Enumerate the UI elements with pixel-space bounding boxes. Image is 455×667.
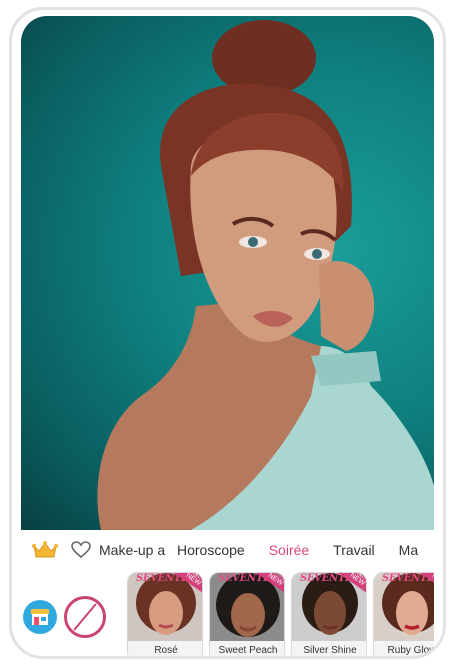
looks-carousel: SEVENTEEN NEW Rosé SEVENTEEN NEW Sweet P… (21, 570, 434, 656)
card-name: Ruby Glow (374, 641, 434, 656)
crown-icon[interactable] (27, 530, 63, 570)
look-card-ruby-glow[interactable]: SEVENTEEN NEW Ruby Glow (373, 572, 434, 656)
tab-horoscope[interactable]: Horoscope (165, 530, 257, 570)
tab-travail[interactable]: Travail (321, 530, 387, 570)
card-name: Sweet Peach (210, 641, 284, 656)
phone-frame: Make-up artist Horoscope Soirée Travail … (9, 7, 446, 659)
look-card-sweet-peach[interactable]: SEVENTEEN NEW Sweet Peach (209, 572, 285, 656)
model-photo-illustration (97, 20, 434, 530)
look-card-rose[interactable]: SEVENTEEN NEW Rosé (127, 572, 203, 656)
tab-make-up-artist[interactable]: Make-up artist (99, 530, 165, 570)
heart-outline-icon[interactable] (63, 530, 99, 570)
no-makeup-icon[interactable] (64, 596, 106, 638)
card-name: Rosé (128, 641, 202, 656)
store-icon[interactable] (23, 600, 57, 634)
model-photo (21, 16, 434, 530)
tab-ma[interactable]: Ma (387, 530, 430, 570)
category-tab-bar: Make-up artist Horoscope Soirée Travail … (21, 530, 434, 570)
tab-soiree[interactable]: Soirée (257, 530, 321, 570)
look-card-silver-shine[interactable]: SEVENTEEN NEW Silver Shine (291, 572, 367, 656)
card-name: Silver Shine (292, 641, 366, 656)
